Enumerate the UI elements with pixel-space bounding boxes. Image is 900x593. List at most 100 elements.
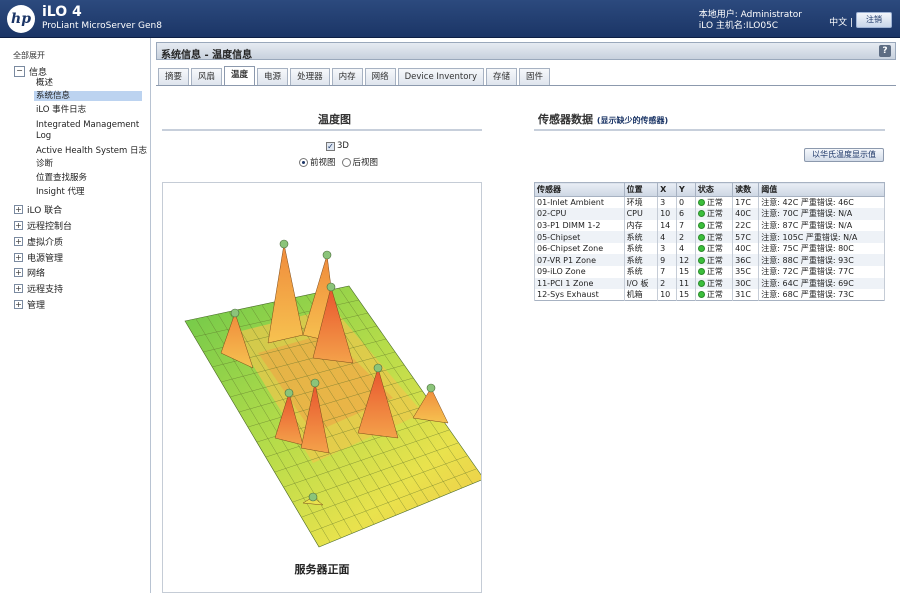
cell-text: 30C: [735, 278, 751, 288]
sidebar-item-iml-cont[interactable]: Log: [36, 131, 51, 141]
show-missing-sensors-link[interactable]: (显示缺少的传感器): [597, 116, 668, 125]
cell-text: 11-PCI 1 Zone: [537, 278, 594, 288]
sidebar-section-power[interactable]: + 电源管理: [14, 251, 63, 264]
table-row: 03-P1 DIMM 1-2 内存 14 7 正常 22C 注意: 87C 严重错误: N/…: [534, 219, 885, 232]
status-ok-icon: [697, 221, 705, 229]
sidebar-item-system-info[interactable]: 系统信息: [34, 91, 142, 101]
cell-text: 0: [678, 198, 685, 208]
cell-text: 正常: [706, 209, 723, 219]
table-cell: 注意: 68C 严重错误: 73C: [758, 289, 885, 301]
table-cell: 正常: [694, 277, 734, 290]
top-header: hp iLO 4 ProLiant MicroServer Gen8 本地用户:…: [0, 0, 900, 38]
tab-temperature[interactable]: 温度: [224, 66, 256, 86]
expand-icon[interactable]: +: [14, 221, 23, 230]
cell-text: 机箱: [626, 290, 643, 300]
expand-icon[interactable]: +: [14, 268, 23, 277]
table-row: 02-CPU CPU 10 6 正常 40C 注意: 70C 严重错误: N/A: [534, 208, 885, 220]
fahrenheit-button[interactable]: 以华氏温度显示值: [804, 148, 884, 162]
expand-icon[interactable]: +: [14, 300, 23, 309]
cell-text: 4: [660, 232, 666, 242]
sidebar-section-federation[interactable]: + iLO 联合: [14, 203, 62, 216]
table-cell: 10: [657, 289, 677, 301]
cell-text: 40C: [735, 244, 751, 254]
column-header[interactable]: X: [657, 182, 677, 197]
table-cell: 57C: [732, 231, 760, 243]
cell-text: 14: [660, 220, 671, 230]
tab-storage[interactable]: 存储: [485, 68, 517, 86]
table-cell: 正常: [694, 254, 734, 267]
cell-text: 7: [678, 220, 685, 230]
sidebar-item-insight-agent[interactable]: Insight 代理: [36, 187, 85, 197]
sidebar-item-overview[interactable]: 概述: [36, 78, 53, 88]
status-ok-icon: [697, 268, 705, 276]
front-view-radio[interactable]: [299, 157, 308, 167]
cell-text: 2: [678, 232, 685, 242]
cell-text: CPU: [626, 209, 643, 219]
column-header[interactable]: Y: [675, 182, 696, 197]
cell-text: 注意: 42C 严重错误: 46C: [761, 198, 854, 208]
cell-text: 07-VR P1 Zone: [537, 255, 596, 265]
cell-text: 正常: [706, 244, 723, 254]
column-header[interactable]: 位置: [623, 182, 659, 197]
table-row: 11-PCI 1 Zone I/O 板 2 11 正常 30C 注意: 64C 严重错误: …: [534, 277, 885, 290]
tab-memory[interactable]: 内存: [331, 68, 363, 86]
language-link[interactable]: 中文 |: [829, 15, 853, 28]
user-info: 本地用户: Administrator iLO 主机名:ILO05C: [699, 10, 802, 32]
expand-icon[interactable]: +: [14, 237, 23, 246]
sidebar-item-ilo-event-log[interactable]: iLO 事件日志: [36, 105, 86, 115]
table-cell: 正常: [694, 196, 734, 209]
table-cell: 系统: [623, 254, 659, 267]
sidebar-item-diagnostics[interactable]: 诊断: [36, 159, 53, 169]
table-cell: 30C: [732, 277, 760, 290]
sidebar-section-virtual-media[interactable]: + 虚拟介质: [14, 235, 63, 248]
tab-device-inventory[interactable]: Device Inventory: [397, 68, 484, 86]
tab-network[interactable]: 网络: [364, 68, 396, 86]
front-view-label: 前视图: [310, 158, 336, 168]
expand-icon[interactable]: +: [14, 253, 23, 262]
table-cell: 正常: [694, 266, 734, 278]
tab-summary[interactable]: 摘要: [158, 68, 190, 86]
checkbox-icon[interactable]: ✓: [326, 141, 335, 151]
column-header[interactable]: 读数: [732, 182, 760, 197]
table-cell: 31C: [732, 289, 760, 301]
table-row: 05-Chipset 系统 4 2 正常 57C 注意: 105C 严重错误: N/A: [534, 231, 885, 243]
expand-all-link[interactable]: 全部展开: [13, 50, 45, 61]
column-header[interactable]: 阈值: [758, 182, 885, 197]
main-content: 系统信息 - 温度信息 ? 摘要 风扇 温度 电源 处理器 内存 网络 Devi…: [156, 42, 896, 593]
cell-text: 35C: [735, 267, 751, 277]
table-cell: 注意: 70C 严重错误: N/A: [758, 208, 885, 220]
toggle-3d[interactable]: ✓ 3D: [326, 141, 349, 151]
sidebar-section-remote-console[interactable]: + 远程控制台: [14, 219, 72, 232]
sidebar-section-network[interactable]: + 网络: [14, 266, 45, 279]
logout-button[interactable]: 注销: [856, 12, 892, 28]
expand-icon[interactable]: +: [14, 205, 23, 214]
sidebar-item-ahs-log[interactable]: Active Health System 日志: [36, 146, 147, 156]
sidebar-item-location[interactable]: 位置查找服务: [36, 173, 87, 183]
collapse-icon[interactable]: −: [14, 66, 25, 77]
cell-text: 12: [678, 255, 690, 265]
sidebar-item-iml[interactable]: Integrated Management: [36, 120, 139, 130]
rear-view-radio[interactable]: [341, 157, 351, 167]
column-header[interactable]: 状态: [694, 182, 734, 197]
column-header[interactable]: 传感器: [534, 182, 625, 197]
cell-text: 3: [660, 198, 666, 208]
tab-firmware[interactable]: 固件: [519, 68, 551, 86]
table-cell: 内存: [623, 219, 659, 232]
tab-fans[interactable]: 风扇: [191, 68, 223, 86]
sidebar-section-remote-support[interactable]: + 远程支持: [14, 282, 63, 295]
cell-text: 注意: 88C 严重错误: 93C: [761, 255, 854, 265]
table-cell: 40C: [732, 242, 760, 255]
tab-power[interactable]: 电源: [257, 68, 289, 86]
tab-processors[interactable]: 处理器: [290, 68, 330, 86]
help-icon[interactable]: ?: [879, 45, 891, 57]
sidebar-section-administration[interactable]: + 管理: [14, 298, 45, 311]
status-ok-icon: [697, 279, 705, 287]
cell-text: 06-Chipset Zone: [537, 244, 604, 254]
expand-icon[interactable]: +: [14, 284, 23, 293]
hp-logo: hp: [7, 5, 35, 33]
sidebar-section-info[interactable]: − 信息: [14, 65, 47, 78]
table-cell: 3: [657, 196, 677, 209]
table-cell: 2: [675, 231, 696, 243]
table-cell: 17C: [732, 196, 760, 209]
table-cell: 11-PCI 1 Zone: [534, 277, 625, 290]
